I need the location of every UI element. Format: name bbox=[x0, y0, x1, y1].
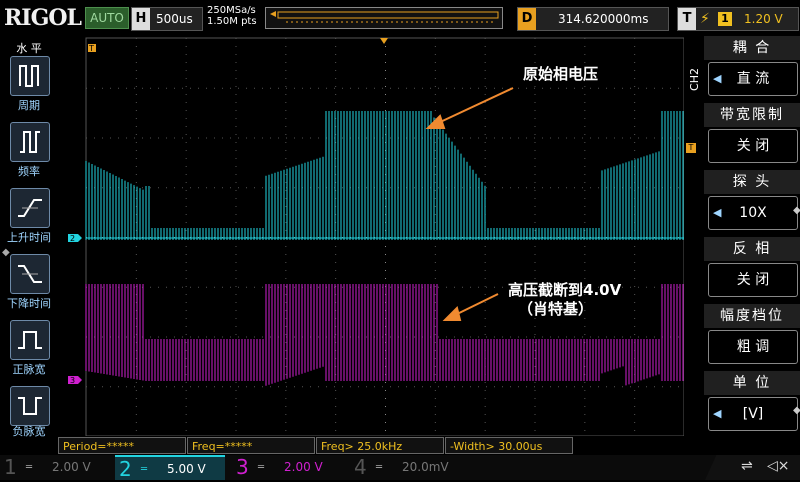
waveform-display[interactable]: T 2 3 原始相电压 高压截断到4.0V （肖特基） bbox=[58, 36, 685, 437]
speaker-icon[interactable]: ◁× bbox=[767, 458, 790, 474]
channel-1-status[interactable]: 1 ═ 2.00 V bbox=[0, 455, 115, 480]
delay-key: D bbox=[518, 8, 536, 30]
ch3-offset-marker[interactable]: 3 bbox=[68, 376, 82, 385]
channel-2-coupling-icon: ═ bbox=[141, 464, 148, 475]
measurement-period[interactable]: Period=***** bbox=[58, 437, 186, 454]
rise-time-label: 上升时间 bbox=[7, 231, 51, 244]
channel-status-bar: 1 ═ 2.00 V 2 ═ 5.00 V 3 ═ 2.00 V 4 ═ 20.… bbox=[0, 455, 800, 481]
fall-time-button[interactable] bbox=[10, 254, 50, 294]
timebase-box[interactable]: H 500us bbox=[131, 7, 203, 31]
annotation-clamp-note: 高压截断到4.0V bbox=[508, 281, 622, 299]
svg-text:3: 3 bbox=[70, 376, 75, 385]
trigger-level: 1.20 V bbox=[744, 12, 783, 26]
channel-settings-menu: 耦 合 ◀ 直 流带宽限制关 闭探 头 ◀ 10X 反 相关 闭幅度档位粗 调单 位 ◀ [V… bbox=[704, 36, 800, 436]
annotation-schottky-note: （肖特基） bbox=[518, 300, 594, 318]
acquisition-info: 250MSa/s 1.50M pts bbox=[207, 5, 257, 27]
menu-scroll-up-icon[interactable]: ◆ bbox=[793, 205, 800, 216]
fall-time-label: 下降时间 bbox=[7, 297, 51, 310]
menu-item-value[interactable]: 关 闭 bbox=[708, 129, 798, 163]
menu-item-value[interactable]: 粗 调 bbox=[708, 330, 798, 364]
menu-item-title: 单 位 bbox=[704, 371, 800, 395]
channel-1-number: 1 bbox=[4, 455, 17, 479]
channel-3-scale: 2.00 V bbox=[284, 460, 323, 474]
svg-text:2: 2 bbox=[70, 234, 75, 243]
measure-side-panel: 水 平 周期 频率 ◆ 上升时间 下降时间 正脉宽 负脉宽 bbox=[0, 36, 58, 438]
channel-2-status[interactable]: 2 ═ 5.00 V bbox=[115, 455, 225, 481]
annotation-original-phase-voltage: 原始相电压 bbox=[523, 65, 599, 83]
timebase-key: H bbox=[132, 8, 150, 30]
rise-time-button[interactable] bbox=[10, 188, 50, 228]
menu-item-value[interactable]: ◀ 直 流 bbox=[708, 62, 798, 96]
waveform-canvas[interactable]: T 2 3 bbox=[58, 36, 685, 437]
menu-item-title: 带宽限制 bbox=[704, 103, 800, 127]
channel-3-number: 3 bbox=[236, 455, 249, 479]
negative-width-icon bbox=[18, 397, 42, 415]
channel-4-number: 4 bbox=[354, 455, 367, 479]
top-status-bar: RIGOL AUTO H 500us 250MSa/s 1.50M pts D … bbox=[0, 0, 800, 36]
trigger-source: 1 bbox=[718, 12, 732, 26]
rigol-logo: RIGOL bbox=[4, 5, 82, 31]
frequency-button[interactable] bbox=[10, 122, 50, 162]
channel-4-scale: 20.0mV bbox=[402, 460, 449, 474]
frequency-label: 频率 bbox=[18, 165, 40, 178]
positive-width-icon bbox=[18, 331, 42, 349]
measurement-negative-width[interactable]: -Width> 30.00us bbox=[445, 437, 573, 454]
channel-1-scale: 2.00 V bbox=[52, 460, 91, 474]
channel-2-scale: 5.00 V bbox=[167, 462, 206, 476]
frequency-icon bbox=[20, 131, 40, 153]
menu-item-value[interactable]: 关 闭 bbox=[708, 263, 798, 297]
positive-width-label: 正脉宽 bbox=[12, 363, 46, 376]
period-button[interactable] bbox=[10, 56, 50, 96]
channel-3-coupling-icon: ═ bbox=[258, 462, 265, 473]
channel-1-coupling-icon: ═ bbox=[26, 462, 33, 473]
memory-position-bar[interactable] bbox=[265, 7, 503, 29]
memory-position-graphic bbox=[270, 11, 499, 23]
fall-time-icon bbox=[18, 265, 42, 283]
menu-item-title: 耦 合 bbox=[704, 36, 800, 60]
ch2-offset-marker[interactable]: 2 bbox=[68, 234, 82, 243]
channel-3-status[interactable]: 3 ═ 2.00 V bbox=[232, 455, 347, 480]
negative-width-button[interactable] bbox=[10, 386, 50, 426]
usb-icon: ⇌ bbox=[741, 458, 753, 474]
run-mode-badge[interactable]: AUTO bbox=[85, 7, 129, 29]
rising-edge-icon: ⚡︎ bbox=[700, 11, 710, 27]
sample-rate: 250MSa/s bbox=[207, 5, 256, 16]
rise-time-icon bbox=[18, 199, 42, 217]
menu-arrow-icon: ◀ bbox=[713, 407, 722, 420]
menu-item-title: 幅度档位 bbox=[704, 304, 800, 328]
menu-item-title: 反 相 bbox=[704, 237, 800, 261]
active-channel-label: CH2 bbox=[688, 68, 701, 91]
positive-width-button[interactable] bbox=[10, 320, 50, 360]
period-label: 周期 bbox=[18, 99, 40, 112]
period-icon bbox=[19, 65, 39, 87]
measure-category-title: 水 平 bbox=[16, 42, 42, 55]
menu-item-value[interactable]: ◀ [V] bbox=[708, 397, 798, 431]
measurement-frequency[interactable]: Freq=***** bbox=[187, 437, 315, 454]
menu-item-title: 探 头 bbox=[704, 170, 800, 194]
svg-text:T: T bbox=[88, 44, 94, 53]
memory-depth: 1.50M pts bbox=[207, 16, 257, 27]
trigger-key: T bbox=[678, 8, 696, 30]
status-icons-area: ⇌ ◁× bbox=[705, 455, 800, 480]
trigger-level-marker[interactable]: T bbox=[88, 44, 96, 53]
menu-arrow-icon: ◀ bbox=[713, 206, 722, 219]
scroll-indicator-icon: ◆ bbox=[2, 247, 10, 258]
channel-2-number: 2 bbox=[119, 457, 132, 481]
delay-value: 314.620000ms bbox=[558, 12, 649, 26]
menu-item-value[interactable]: ◀ 10X bbox=[708, 196, 798, 230]
negative-width-label: 负脉宽 bbox=[12, 425, 46, 438]
menu-arrow-icon: ◀ bbox=[713, 72, 722, 85]
timebase-value: 500us bbox=[156, 12, 193, 26]
menu-scroll-down-icon[interactable]: ◆ bbox=[793, 405, 800, 416]
measurement-frequency-limit[interactable]: Freq> 25.0kHz bbox=[316, 437, 444, 454]
channel-4-status[interactable]: 4 ═ 20.0mV bbox=[350, 455, 465, 480]
trigger-level-right-marker: T bbox=[686, 143, 696, 153]
delay-box[interactable]: D 314.620000ms bbox=[517, 7, 669, 31]
trigger-box[interactable]: T ⚡︎ 1 1.20 V bbox=[677, 7, 799, 31]
channel-4-coupling-icon: ═ bbox=[376, 462, 383, 473]
